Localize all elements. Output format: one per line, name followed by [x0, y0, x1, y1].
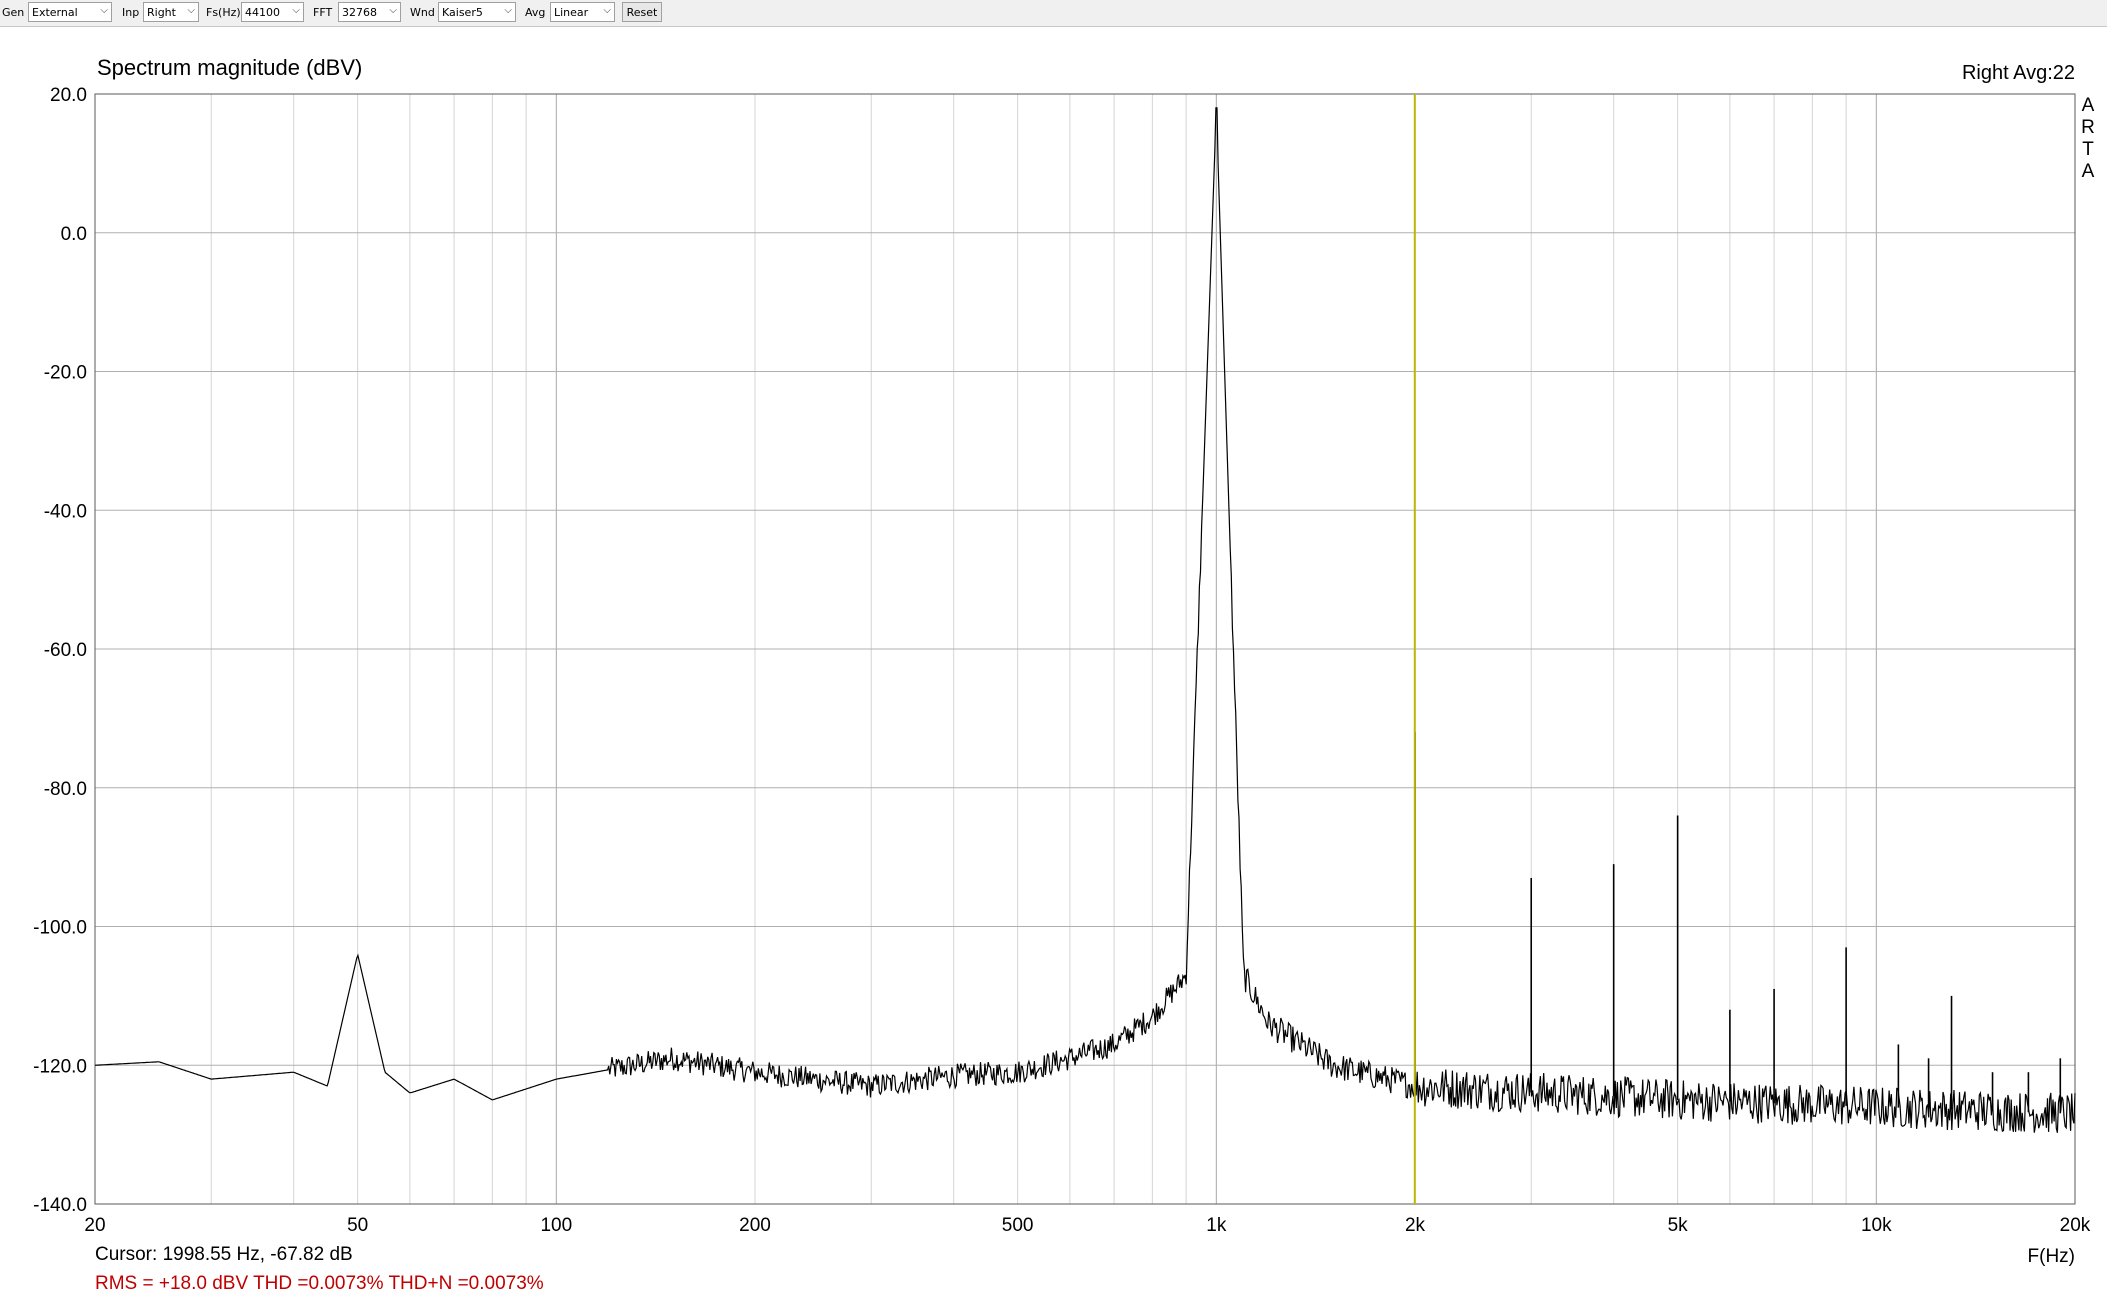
inp-select[interactable]: Right ⌵: [143, 2, 199, 22]
y-tick-label: -20.0: [44, 363, 87, 384]
y-tick-label: -120.0: [33, 1056, 87, 1077]
x-tick-label: 5k: [1668, 1215, 1689, 1236]
inp-value: Right: [147, 6, 176, 19]
x-tick-label: 200: [739, 1215, 771, 1236]
y-tick-label: -40.0: [44, 501, 87, 522]
x-tick-label: 100: [540, 1215, 572, 1236]
x-tick-label: 20k: [2060, 1215, 2091, 1236]
chevron-down-icon: ⌵: [100, 5, 108, 16]
avg-select[interactable]: Linear ⌵: [550, 2, 615, 22]
watermark-letter: A: [2082, 161, 2095, 182]
y-tick-label: -60.0: [44, 640, 87, 661]
y-tick-label: -140.0: [33, 1195, 87, 1216]
chevron-down-icon: ⌵: [389, 5, 397, 16]
fft-label: FFT: [313, 6, 333, 19]
spectrum-plot[interactable]: 20.0 0.0 -20.0 -40.0 -60.0 -80.0 -100.0 -120.0 -…: [0, 27, 2107, 1297]
gen-label: Gen: [2, 6, 25, 19]
fs-label: Fs(Hz): [206, 6, 241, 19]
x-axis-title: F(Hz): [2028, 1246, 2075, 1267]
gen-select[interactable]: External ⌵: [28, 2, 112, 22]
wnd-value: Kaiser5: [442, 6, 483, 19]
watermark-letter: T: [2082, 139, 2094, 160]
inp-label: Inp: [122, 6, 140, 19]
x-tick-label: 20: [84, 1215, 105, 1236]
chart-title: Spectrum magnitude (dBV): [97, 55, 362, 80]
x-tick-label: 2k: [1405, 1215, 1426, 1236]
watermark-letter: R: [2081, 117, 2095, 138]
chevron-down-icon: ⌵: [292, 5, 300, 16]
reset-button[interactable]: Reset: [622, 2, 662, 22]
x-axis-labels: 20 50 100 200 500 1k 2k 5k 10k 20k: [84, 1215, 2090, 1236]
y-axis-labels: 20.0 0.0 -20.0 -40.0 -60.0 -80.0 -100.0 -120.0 -…: [33, 85, 87, 1216]
y-tick-label: 20.0: [50, 85, 87, 106]
x-tick-label: 50: [347, 1215, 368, 1236]
y-tick-label: -100.0: [33, 918, 87, 939]
x-tick-label: 10k: [1861, 1215, 1892, 1236]
y-tick-label: -80.0: [44, 779, 87, 800]
avg-value: Linear: [554, 6, 589, 19]
x-tick-label: 500: [1002, 1215, 1034, 1236]
toolbar: Gen External ⌵ Inp Right ⌵ Fs(Hz) 44100 …: [0, 0, 2107, 27]
y-tick-label: 0.0: [61, 224, 87, 245]
measurement-status: RMS = +18.0 dBV THD =0.0073% THD+N =0.00…: [95, 1273, 544, 1294]
wnd-select[interactable]: Kaiser5 ⌵: [438, 2, 516, 22]
channel-info: Right Avg:22: [1962, 62, 2075, 84]
chevron-down-icon: ⌵: [504, 5, 512, 16]
x-tick-label: 1k: [1206, 1215, 1227, 1236]
fft-select[interactable]: 32768 ⌵: [338, 2, 401, 22]
fs-select[interactable]: 44100 ⌵: [241, 2, 304, 22]
spectrum-trace: [94, 107, 2076, 1133]
wnd-label: Wnd: [410, 6, 435, 19]
chevron-down-icon: ⌵: [187, 5, 195, 16]
watermark-letter: A: [2082, 95, 2095, 116]
fft-value: 32768: [342, 6, 377, 19]
harmonic-peaks: [1414, 732, 2062, 1114]
arta-watermark: ARTA: [2081, 95, 2095, 182]
grid: [95, 93, 2075, 1205]
cursor-readout: Cursor: 1998.55 Hz, -67.82 dB: [95, 1244, 353, 1265]
chevron-down-icon: ⌵: [603, 5, 611, 16]
fs-value: 44100: [245, 6, 280, 19]
gen-value: External: [32, 6, 78, 19]
avg-label: Avg: [525, 6, 546, 19]
